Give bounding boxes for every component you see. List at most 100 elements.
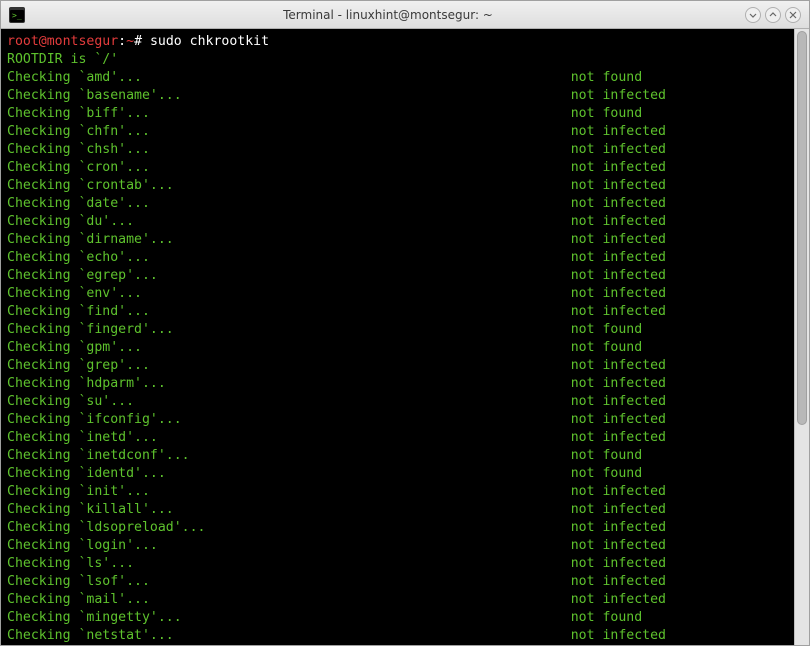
check-line: Checking `login'... not infected [7,537,803,555]
check-name: Checking `crontab'... [7,177,174,195]
check-name: Checking `hdparm'... [7,375,166,393]
terminal-icon: >_ [9,7,25,23]
check-status: not found [571,609,642,627]
check-status: not infected [571,303,666,321]
check-line: Checking `amd'... not found [7,69,803,87]
check-line: Checking `egrep'... not infected [7,267,803,285]
check-name: Checking `biff'... [7,105,150,123]
check-name: Checking `login'... [7,537,158,555]
check-status: not infected [571,555,666,573]
window-titlebar[interactable]: >_ Terminal - linuxhint@montsegur: ~ [1,1,809,29]
check-status: not infected [571,123,666,141]
check-status: not found [571,339,642,357]
check-line: Checking `lsof'... not infected [7,573,803,591]
prompt-line: root@montsegur:~# sudo chkrootkit [7,33,803,51]
check-status: not found [571,465,642,483]
check-name: Checking `killall'... [7,501,174,519]
check-status: not infected [571,249,666,267]
check-line: Checking `date'... not infected [7,195,803,213]
window-title: Terminal - linuxhint@montsegur: ~ [31,8,745,22]
check-line: Checking `mingetty'... not found [7,609,803,627]
check-line: Checking `biff'... not found [7,105,803,123]
check-status: not infected [571,195,666,213]
terminal-output: root@montsegur:~# sudo chkrootkitROOTDIR… [1,29,809,645]
check-line: Checking `grep'... not infected [7,357,803,375]
check-line: Checking `ldsopreload'... not infected [7,519,803,537]
minimize-button[interactable] [745,7,761,23]
check-status: not infected [571,87,666,105]
check-line: Checking `ls'... not infected [7,555,803,573]
check-status: not infected [571,411,666,429]
close-button[interactable] [785,7,801,23]
check-name: Checking `netstat'... [7,627,174,645]
terminal-window: >_ Terminal - linuxhint@montsegur: ~ roo… [0,0,810,646]
check-line: Checking `hdparm'... not infected [7,375,803,393]
check-status: not infected [571,627,666,645]
check-status: not infected [571,519,666,537]
check-line: Checking `echo'... not infected [7,249,803,267]
check-name: Checking `env'... [7,285,142,303]
check-status: not infected [571,159,666,177]
check-status: not found [571,447,642,465]
check-line: Checking `env'... not infected [7,285,803,303]
check-name: Checking `identd'... [7,465,166,483]
check-line: Checking `identd'... not found [7,465,803,483]
check-line: Checking `chfn'... not infected [7,123,803,141]
check-name: Checking `grep'... [7,357,150,375]
check-status: not found [571,105,642,123]
check-status: not infected [571,429,666,447]
check-name: Checking `init'... [7,483,150,501]
check-name: Checking `du'... [7,213,134,231]
check-name: Checking `egrep'... [7,267,158,285]
terminal-body[interactable]: root@montsegur:~# sudo chkrootkitROOTDIR… [1,29,809,645]
check-name: Checking `amd'... [7,69,142,87]
check-line: Checking `ifconfig'... not infected [7,411,803,429]
check-name: Checking `ls'... [7,555,134,573]
check-status: not infected [571,591,666,609]
check-status: not found [571,69,642,87]
check-line: Checking `gpm'... not found [7,339,803,357]
check-name: Checking `ldsopreload'... [7,519,206,537]
check-line: Checking `cron'... not infected [7,159,803,177]
vertical-scrollbar[interactable] [794,29,809,645]
check-line: Checking `init'... not infected [7,483,803,501]
check-line: Checking `basename'... not infected [7,87,803,105]
check-name: Checking `gpm'... [7,339,142,357]
maximize-button[interactable] [765,7,781,23]
check-name: Checking `chsh'... [7,141,150,159]
check-status: not found [571,321,642,339]
check-name: Checking `echo'... [7,249,150,267]
check-name: Checking `fingerd'... [7,321,174,339]
check-name: Checking `lsof'... [7,573,150,591]
check-name: Checking `chfn'... [7,123,150,141]
check-status: not infected [571,213,666,231]
check-line: Checking `mail'... not infected [7,591,803,609]
check-name: Checking `find'... [7,303,150,321]
check-line: Checking `killall'... not infected [7,501,803,519]
check-name: Checking `cron'... [7,159,150,177]
prompt-command: sudo chkrootkit [150,34,269,49]
check-status: not infected [571,267,666,285]
scrollbar-thumb[interactable] [797,31,807,425]
check-status: not infected [571,141,666,159]
check-status: not infected [571,375,666,393]
check-status: not infected [571,573,666,591]
check-name: Checking `basename'... [7,87,182,105]
check-line: Checking `chsh'... not infected [7,141,803,159]
check-name: Checking `inetdconf'... [7,447,190,465]
check-status: not infected [571,483,666,501]
check-name: Checking `inetd'... [7,429,158,447]
prompt-path: ~ [126,34,134,49]
check-line: Checking `netstat'... not infected [7,627,803,645]
check-line: Checking `fingerd'... not found [7,321,803,339]
check-name: Checking `date'... [7,195,150,213]
check-name: Checking `ifconfig'... [7,411,182,429]
check-status: not infected [571,501,666,519]
check-name: Checking `mingetty'... [7,609,182,627]
check-line: Checking `inetd'... not infected [7,429,803,447]
check-status: not infected [571,357,666,375]
check-line: Checking `find'... not infected [7,303,803,321]
check-status: not infected [571,285,666,303]
prompt-user-host: root@montsegur [7,34,118,49]
check-name: Checking `mail'... [7,591,150,609]
